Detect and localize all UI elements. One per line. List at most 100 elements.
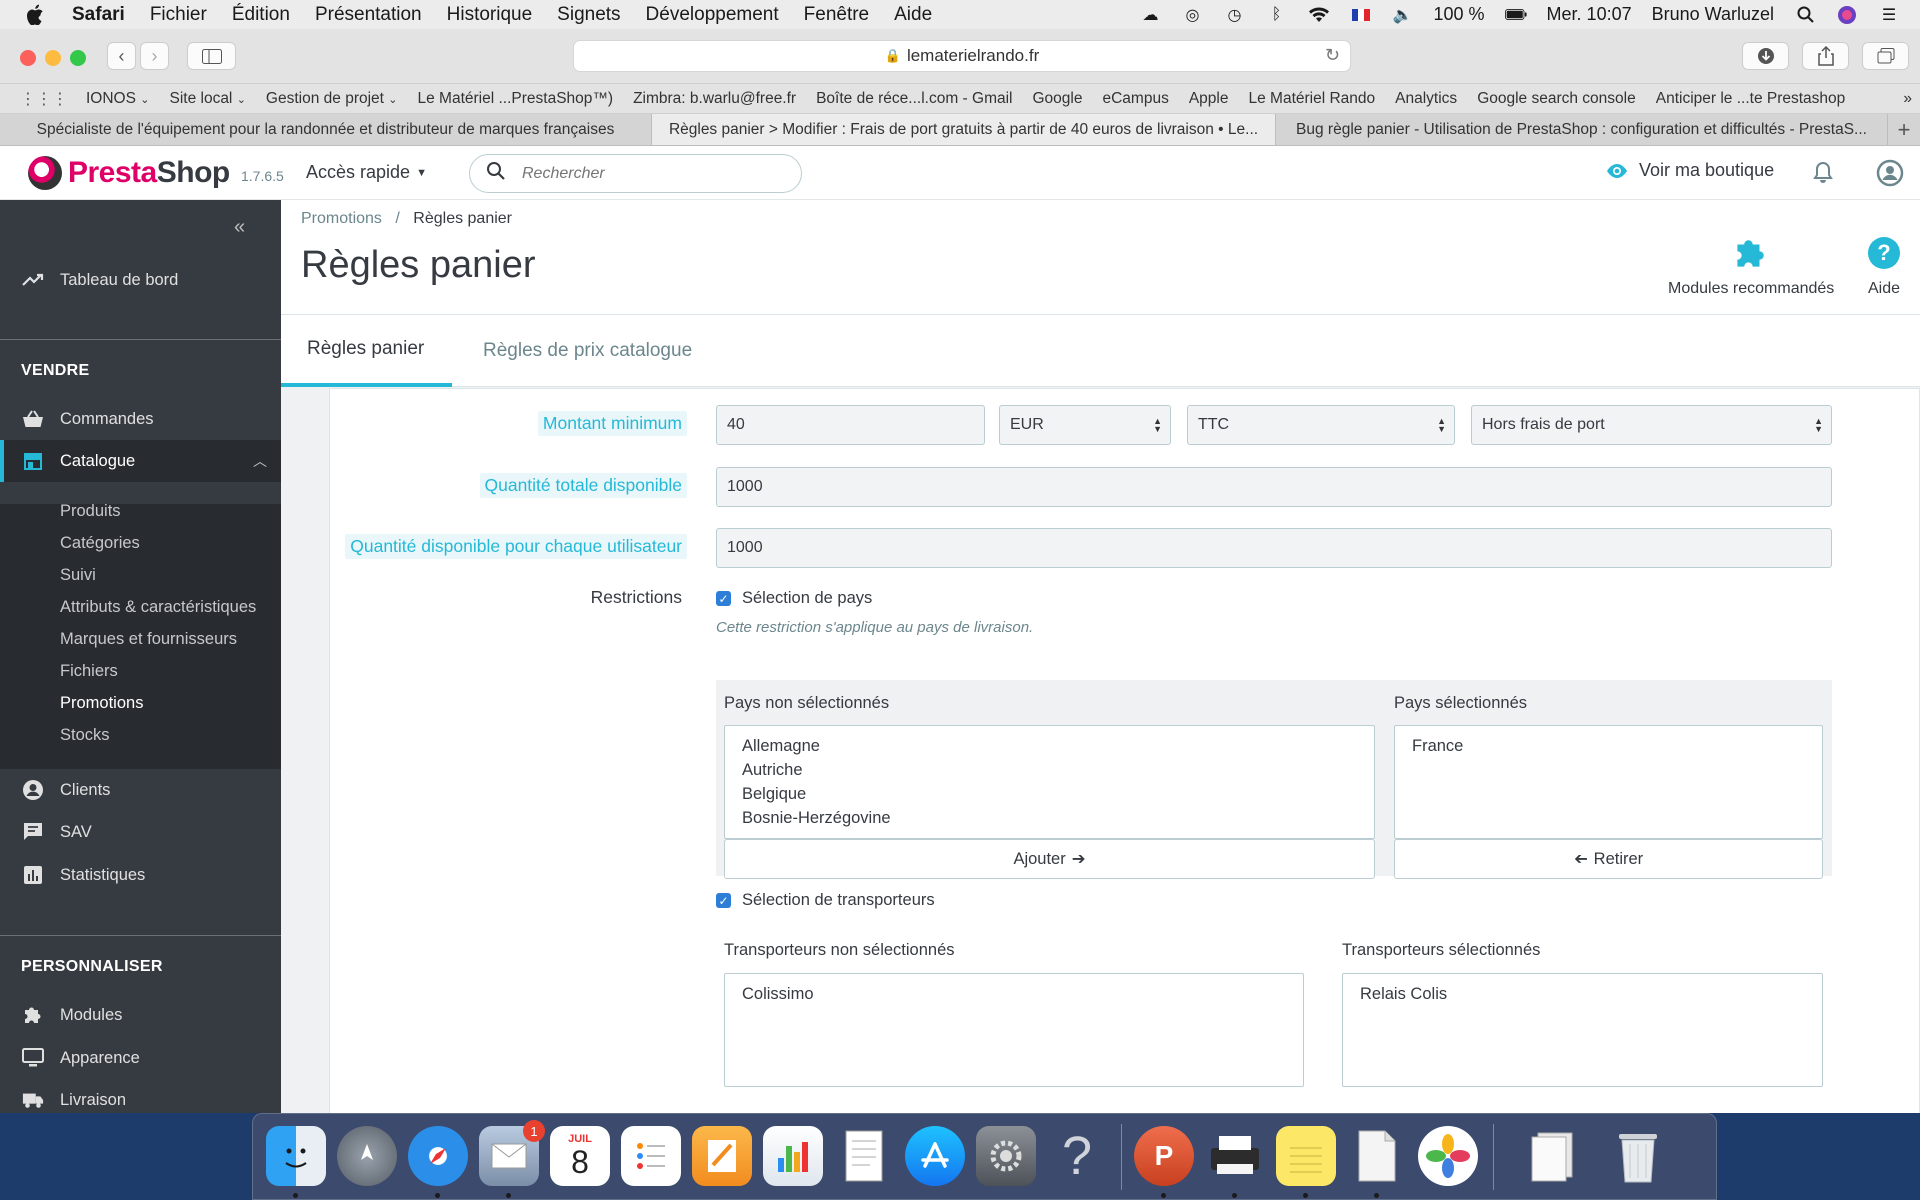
sidebar-item-catalog[interactable]: Catalogue ︿ [0, 440, 281, 482]
sidebar-toggle-button[interactable] [187, 42, 236, 70]
siri-icon[interactable] [1836, 5, 1858, 24]
list-item[interactable]: Belgique [742, 782, 1357, 806]
notes-icon[interactable] [1276, 1126, 1336, 1186]
sidebar-sub-brands[interactable]: Marques et fournisseurs [60, 630, 237, 649]
bookmarks-overflow-button[interactable]: » [1903, 90, 1912, 108]
carrier-restriction-checkbox[interactable]: ✓ Sélection de transporteurs [716, 891, 935, 910]
zoom-window-button[interactable] [70, 50, 86, 66]
unknown-app-icon[interactable]: ? [1047, 1126, 1107, 1186]
bookmark-google[interactable]: Google [1033, 90, 1083, 108]
downloads-stack-icon[interactable] [1523, 1126, 1583, 1186]
prestashop-logo[interactable]: PrestaShop [28, 156, 230, 190]
menu-fenetre[interactable]: Fenêtre [804, 4, 869, 26]
breadcrumb-promotions[interactable]: Promotions [301, 210, 382, 227]
finder-icon[interactable] [266, 1126, 326, 1186]
bookmark-analytics[interactable]: Analytics [1395, 90, 1457, 108]
sidebar-sub-tracking[interactable]: Suivi [60, 566, 96, 585]
safari-icon[interactable] [408, 1126, 468, 1186]
powerpoint-icon[interactable]: P [1134, 1126, 1194, 1186]
view-shop-link[interactable]: Voir ma boutique [1605, 160, 1774, 181]
bookmark-search-console[interactable]: Google search console [1477, 90, 1636, 108]
new-tab-button[interactable]: + [1888, 114, 1920, 145]
bookmark-ionos[interactable]: IONOS ⌄ [86, 90, 149, 108]
total-qty-input[interactable]: 1000 [716, 467, 1832, 507]
printer-icon[interactable] [1205, 1126, 1265, 1186]
apple-menu-icon[interactable] [26, 4, 50, 25]
calendar-icon[interactable]: JUIL 8 [550, 1126, 610, 1186]
menu-safari[interactable]: Safari [72, 4, 125, 26]
clock[interactable]: Mer. 10:07 [1547, 4, 1632, 25]
sidebar-item-dashboard[interactable]: Tableau de bord [0, 266, 281, 294]
list-item[interactable]: Autriche [742, 758, 1357, 782]
system-preferences-icon[interactable] [976, 1126, 1036, 1186]
sidebar-item-sav[interactable]: SAV [0, 818, 281, 846]
notification-center-icon[interactable]: ☰ [1878, 6, 1900, 24]
notifications-bell-icon[interactable] [1812, 161, 1834, 190]
remove-country-button[interactable]: ➔ Retirer [1394, 839, 1823, 879]
volume-icon[interactable]: 🔈 [1392, 6, 1414, 24]
currency-select[interactable]: EUR ▲ ▼ [999, 405, 1171, 445]
close-window-button[interactable] [20, 50, 36, 66]
sync-icon[interactable]: ◎ [1182, 6, 1204, 24]
collapse-sidebar-icon[interactable]: « [234, 216, 245, 239]
bookmark-apple[interactable]: Apple [1189, 90, 1229, 108]
browser-tab-3[interactable]: Bug règle panier - Utilisation de Presta… [1276, 114, 1888, 145]
downloads-button[interactable] [1742, 42, 1789, 70]
wifi-icon[interactable] [1308, 6, 1330, 24]
document-icon[interactable] [1347, 1126, 1407, 1186]
sidebar-sub-promotions[interactable]: Promotions [60, 694, 143, 713]
add-country-button[interactable]: Ajouter ➔ [724, 839, 1375, 879]
bookmark-gestion-projet[interactable]: Gestion de projet ⌄ [266, 90, 398, 108]
menu-developpement[interactable]: Développement [646, 4, 779, 26]
bookmark-materiel-rando[interactable]: Le Matériel Rando [1248, 90, 1375, 108]
sidebar-sub-files[interactable]: Fichiers [60, 662, 118, 681]
tab-catalog-price-rules[interactable]: Règles de prix catalogue [457, 315, 718, 387]
bluetooth-icon[interactable]: ᛒ [1266, 6, 1288, 24]
battery-icon[interactable] [1504, 6, 1527, 24]
list-item[interactable]: France [1412, 734, 1805, 758]
bookmark-gmail[interactable]: Boîte de réce...l.com - Gmail [816, 90, 1012, 108]
list-item[interactable]: Allemagne [742, 734, 1357, 758]
pages-icon[interactable] [692, 1126, 752, 1186]
browser-tab-2[interactable]: Règles panier > Modifier : Frais de port… [652, 114, 1276, 145]
user-account-icon[interactable] [1876, 159, 1904, 192]
sidebar-item-appearance[interactable]: Apparence [0, 1044, 281, 1072]
browser-tab-1[interactable]: Spécialiste de l'équipement pour la rand… [0, 114, 652, 145]
list-item[interactable]: Bosnie-Herzégovine [742, 806, 1357, 830]
apps-grid-icon[interactable]: ⋮⋮⋮ [20, 89, 68, 109]
tabs-overview-button[interactable] [1862, 42, 1909, 70]
menu-historique[interactable]: Historique [447, 4, 533, 26]
flag-fr-icon[interactable] [1350, 6, 1372, 24]
sidebar-sub-products[interactable]: Produits [60, 502, 121, 521]
launchpad-icon[interactable] [337, 1126, 397, 1186]
user-name[interactable]: Bruno Warluzel [1652, 4, 1774, 25]
creative-cloud-icon[interactable]: ☁ [1140, 6, 1162, 24]
bookmark-site-local[interactable]: Site local ⌄ [169, 90, 245, 108]
sidebar-item-shipping[interactable]: Livraison [0, 1086, 281, 1113]
bookmark-ecampus[interactable]: eCampus [1102, 90, 1168, 108]
share-button[interactable] [1802, 42, 1849, 70]
tax-select[interactable]: TTC ▲ ▼ [1187, 405, 1455, 445]
list-item[interactable]: Colissimo [742, 982, 1286, 1006]
sidebar-sub-categories[interactable]: Catégories [60, 534, 140, 553]
search-box[interactable] [469, 154, 802, 193]
bookmark-anticiper[interactable]: Anticiper le ...te Prestashop [1656, 90, 1846, 108]
countries-unselected-list[interactable]: Allemagne Autriche Belgique Bosnie-Herzé… [724, 725, 1375, 839]
minimize-window-button[interactable] [45, 50, 61, 66]
reload-icon[interactable]: ↻ [1325, 45, 1340, 66]
sidebar-item-modules[interactable]: Modules [0, 1001, 281, 1029]
textedit-icon[interactable] [834, 1126, 894, 1186]
menu-aide[interactable]: Aide [894, 4, 932, 26]
tab-cart-rules[interactable]: Règles panier [281, 315, 452, 387]
help-button[interactable]: ? Aide [1867, 236, 1901, 298]
carriers-unselected-list[interactable]: Colissimo [724, 973, 1304, 1087]
shipping-included-select[interactable]: Hors frais de port ▲ ▼ [1471, 405, 1832, 445]
trash-icon[interactable] [1608, 1126, 1668, 1186]
menu-edition[interactable]: Édition [232, 4, 290, 26]
spotlight-icon[interactable] [1794, 6, 1816, 24]
forward-button[interactable]: › [140, 42, 169, 70]
list-item[interactable]: Relais Colis [1360, 982, 1805, 1006]
time-machine-icon[interactable]: ◷ [1224, 6, 1246, 24]
app-store-icon[interactable] [905, 1126, 965, 1186]
country-restriction-checkbox[interactable]: ✓ Sélection de pays [716, 589, 872, 608]
